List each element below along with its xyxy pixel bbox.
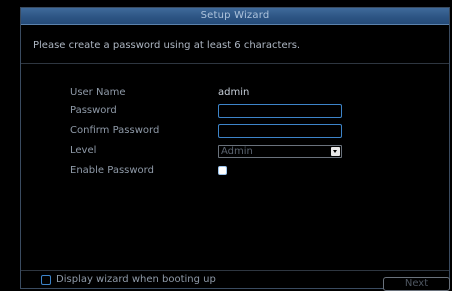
level-label: Level: [70, 145, 97, 156]
level-select[interactable]: Admin: [218, 145, 342, 158]
password-row: Password: [21, 102, 449, 120]
confirm-password-label: Confirm Password: [70, 125, 160, 136]
level-select-value: Admin: [221, 146, 253, 157]
instruction-text: Please create a password using at least …: [33, 40, 301, 51]
password-field[interactable]: [218, 104, 342, 118]
confirm-password-row: Confirm Password: [21, 122, 449, 140]
setup-wizard-window: Setup Wizard Please create a password us…: [20, 7, 450, 291]
level-row: Level Admin: [21, 142, 449, 160]
display-wizard-label: Display wizard when booting up: [56, 274, 216, 285]
confirm-password-field[interactable]: [218, 124, 342, 138]
footer-divider: [21, 270, 449, 271]
display-wizard-checkbox[interactable]: [41, 275, 51, 285]
next-button[interactable]: Next: [383, 277, 450, 291]
password-label: Password: [70, 105, 117, 116]
user-name-label: User Name: [70, 87, 126, 98]
user-name-row: User Name admin: [21, 84, 449, 102]
user-name-value: admin: [218, 87, 250, 98]
divider: [21, 63, 449, 64]
chevron-down-icon[interactable]: [331, 147, 340, 156]
window-title: Setup Wizard: [21, 8, 449, 25]
enable-password-label: Enable Password: [70, 165, 154, 176]
enable-password-checkbox[interactable]: [218, 166, 227, 175]
enable-password-row: Enable Password: [21, 162, 449, 180]
